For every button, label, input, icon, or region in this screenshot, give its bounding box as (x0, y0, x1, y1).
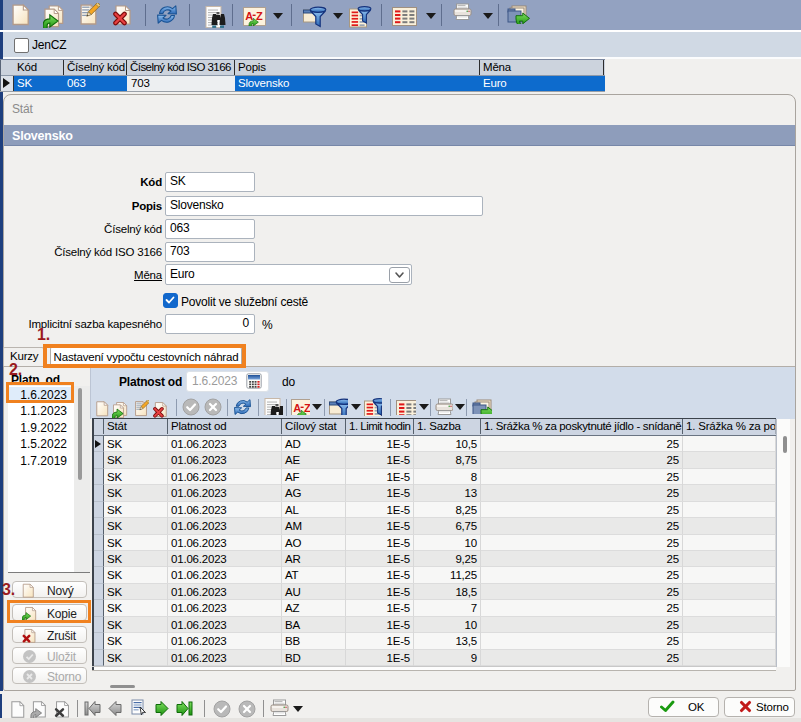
svg-text:A: A (293, 402, 301, 414)
svg-text:Z: Z (256, 10, 263, 22)
svg-text:A: A (245, 10, 253, 22)
svg-text:Z: Z (304, 402, 310, 414)
